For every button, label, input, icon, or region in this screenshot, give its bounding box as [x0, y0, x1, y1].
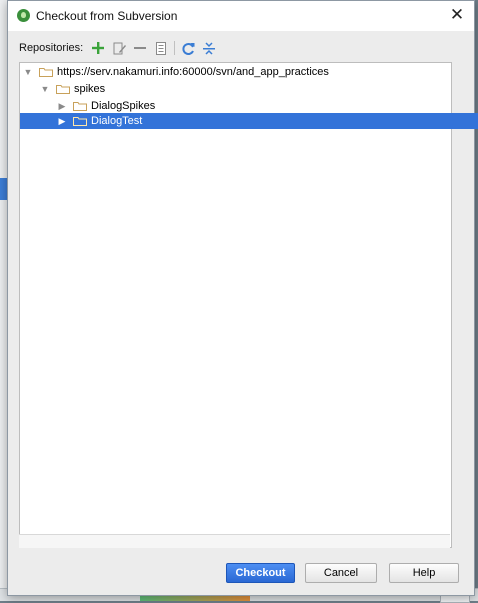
repositories-label: Repositories: [19, 42, 84, 54]
close-button[interactable]: ✕ [440, 1, 474, 31]
collapsed-arrow-icon[interactable]: ▶ [57, 98, 67, 114]
browse-icon[interactable] [152, 40, 170, 56]
tree-label-root: https://serv.nakamuri.info:60000/svn/and… [57, 66, 329, 78]
refresh-icon[interactable] [179, 40, 197, 56]
tree-label-dialogspikes: DialogSpikes [91, 100, 156, 112]
android-studio-icon [17, 9, 30, 22]
collapsed-arrow-icon[interactable]: ▶ [57, 113, 67, 129]
tree-label-dialogtest: DialogTest [91, 115, 143, 127]
folder-icon [39, 67, 53, 77]
folder-icon [56, 84, 70, 94]
repository-tree[interactable]: ▼ https://serv.nakamuri.info:60000/svn/a… [19, 62, 478, 548]
collapse-all-icon[interactable] [200, 40, 218, 56]
remove-icon[interactable] [131, 40, 149, 56]
checkout-button[interactable]: Checkout [226, 563, 295, 583]
title-bar: Checkout from Subversion ✕ [8, 1, 474, 31]
expand-arrow-icon[interactable]: ▼ [23, 64, 33, 80]
tree-row-dialogtest[interactable]: ▶ DialogTest [20, 113, 478, 129]
add-icon[interactable] [89, 40, 107, 56]
tree-label-spikes: spikes [74, 83, 106, 95]
dialog-title: Checkout from Subversion [36, 9, 178, 23]
folder-icon [73, 116, 87, 126]
tree-row-root[interactable]: ▼ https://serv.nakamuri.info:60000/svn/a… [20, 64, 452, 80]
tree-row-dialogspikes[interactable]: ▶ DialogSpikes [20, 98, 478, 114]
expand-arrow-icon[interactable]: ▼ [40, 81, 50, 97]
dialog-buttons: Checkout Cancel Help [8, 557, 474, 587]
help-button[interactable]: Help [389, 563, 459, 583]
folder-icon [73, 101, 87, 111]
repositories-toolbar: Repositories: [19, 39, 221, 57]
edit-icon[interactable] [110, 40, 128, 56]
checkout-dialog: Checkout from Subversion ✕ Repositories:… [7, 0, 478, 596]
tree-row-spikes[interactable]: ▼ spikes [20, 81, 469, 97]
toolbar-separator [174, 41, 176, 55]
cancel-button[interactable]: Cancel [305, 563, 377, 583]
horizontal-scrollbar[interactable] [19, 534, 450, 548]
